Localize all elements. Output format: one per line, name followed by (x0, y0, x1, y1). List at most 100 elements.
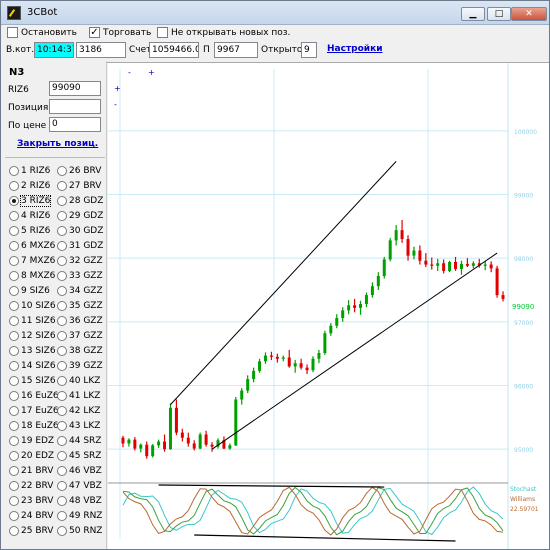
radio-button[interactable] (9, 195, 19, 206)
radio-button[interactable] (57, 165, 67, 176)
instrument-radio[interactable]: 39 GZZ (57, 359, 103, 372)
instrument-radio[interactable]: 25 BRV (9, 524, 53, 537)
radio-button[interactable] (9, 330, 19, 341)
radio-button[interactable] (9, 390, 19, 401)
chart-zoom-control[interactable]: - (114, 100, 117, 109)
radio-button[interactable] (57, 180, 67, 191)
instrument-radio[interactable]: 49 RNZ (57, 509, 102, 522)
radio-button[interactable] (57, 225, 67, 236)
radio-button[interactable] (57, 240, 67, 251)
radio-button[interactable] (57, 465, 67, 476)
radio-button[interactable] (9, 375, 19, 386)
radio-button[interactable] (57, 330, 67, 341)
instrument-radio[interactable]: 4 RIZ6 (9, 209, 50, 222)
instrument-radio[interactable]: 30 GDZ (57, 224, 103, 237)
close-position-link[interactable]: Закрыть позиц. (17, 139, 98, 149)
radio-button[interactable] (9, 225, 19, 236)
instrument-radio[interactable]: 20 EDZ (9, 449, 54, 462)
instrument-radio[interactable]: 11 SIZ6 (9, 314, 56, 327)
radio-button[interactable] (9, 525, 19, 536)
radio-button[interactable] (9, 300, 19, 311)
instrument-radio[interactable]: 35 GZZ (57, 299, 103, 312)
chart-zoom-control[interactable]: + (114, 84, 121, 93)
radio-button[interactable] (57, 435, 67, 446)
maximize-button[interactable]: □ (487, 7, 511, 21)
instrument-radio[interactable]: 41 LKZ (57, 389, 100, 402)
radio-button[interactable] (9, 180, 19, 191)
instrument-radio[interactable]: 37 GZZ (57, 329, 103, 342)
instrument-radio[interactable]: 21 BRV (9, 464, 53, 477)
radio-button[interactable] (9, 240, 19, 251)
radio-button[interactable] (57, 480, 67, 491)
instrument-radio[interactable]: 24 BRV (9, 509, 53, 522)
radio-button[interactable] (57, 300, 67, 311)
radio-button[interactable] (9, 420, 19, 431)
instrument-radio[interactable]: 43 LKZ (57, 419, 100, 432)
instrument-radio[interactable]: 33 GZZ (57, 269, 103, 282)
radio-button[interactable] (9, 450, 19, 461)
instrument-field[interactable]: 99090 (49, 81, 101, 96)
radio-button[interactable] (9, 480, 19, 491)
instrument-radio[interactable]: 48 VBZ (57, 494, 102, 507)
instrument-radio[interactable]: 40 LKZ (57, 374, 100, 387)
instrument-radio[interactable]: 38 GZZ (57, 344, 103, 357)
radio-button[interactable] (9, 165, 19, 176)
radio-button[interactable] (57, 315, 67, 326)
instrument-radio[interactable]: 46 VBZ (57, 464, 102, 477)
position-field[interactable] (49, 99, 101, 114)
radio-button[interactable] (57, 285, 67, 296)
radio-button[interactable] (57, 360, 67, 371)
radio-button[interactable] (9, 495, 19, 506)
radio-button[interactable] (9, 405, 19, 416)
stop-checkbox[interactable]: Остановить (7, 27, 77, 38)
instrument-radio[interactable]: 34 GZZ (57, 284, 103, 297)
radio-button[interactable] (57, 375, 67, 386)
instrument-radio[interactable]: 12 SIZ6 (9, 329, 56, 342)
time-field[interactable]: 10:14:37 (34, 42, 74, 58)
instrument-radio[interactable]: 7 MXZ6 (9, 254, 55, 267)
trade-checkbox-box[interactable]: ✓ (89, 27, 100, 38)
radio-button[interactable] (9, 270, 19, 281)
radio-button[interactable] (9, 315, 19, 326)
instrument-radio[interactable]: 36 GZZ (57, 314, 103, 327)
radio-button[interactable] (57, 510, 67, 521)
radio-button[interactable] (9, 345, 19, 356)
instrument-radio[interactable]: 15 SIZ6 (9, 374, 56, 387)
no-new-positions-box[interactable] (157, 27, 168, 38)
instrument-radio[interactable]: 3 RIZ6 (9, 194, 52, 207)
radio-button[interactable] (9, 435, 19, 446)
instrument-radio[interactable]: 45 SRZ (57, 449, 101, 462)
title-bar[interactable]: 3CBot ▁ □ ✕ (1, 1, 549, 25)
instrument-radio[interactable]: 28 GDZ (57, 194, 103, 207)
radio-button[interactable] (57, 195, 67, 206)
instrument-radio[interactable]: 8 MXZ6 (9, 269, 55, 282)
instrument-radio[interactable]: 6 MXZ6 (9, 239, 55, 252)
instrument-radio[interactable]: 50 RNZ (57, 524, 102, 537)
radio-button[interactable] (57, 420, 67, 431)
instrument-radio[interactable]: 14 SIZ6 (9, 359, 56, 372)
stop-checkbox-box[interactable] (7, 27, 18, 38)
instrument-radio[interactable]: 32 GZZ (57, 254, 103, 267)
instrument-radio[interactable]: 16 EuZ6 (9, 389, 59, 402)
radio-button[interactable] (57, 210, 67, 221)
instrument-radio[interactable]: 22 BRV (9, 479, 53, 492)
instrument-radio[interactable]: 13 SIZ6 (9, 344, 56, 357)
price-chart[interactable]: 100000 99000 98000 97000 96000 95000- + + -99090… (108, 63, 549, 549)
radio-button[interactable] (9, 210, 19, 221)
chart-zoom-control[interactable]: - (128, 68, 131, 77)
radio-button[interactable] (9, 360, 19, 371)
radio-button[interactable] (9, 465, 19, 476)
minimize-button[interactable]: ▁ (461, 7, 485, 21)
account-field[interactable]: 1059466.04 (149, 42, 199, 58)
instrument-radio[interactable]: 9 SIZ6 (9, 284, 50, 297)
settings-link[interactable]: Настройки (327, 44, 383, 54)
radio-button[interactable] (57, 525, 67, 536)
instrument-radio[interactable]: 47 VBZ (57, 479, 102, 492)
radio-button[interactable] (57, 270, 67, 281)
chart-zoom-control[interactable]: + (148, 68, 155, 77)
radio-button[interactable] (9, 510, 19, 521)
instrument-radio[interactable]: 42 LKZ (57, 404, 100, 417)
no-new-positions-checkbox[interactable]: Не открывать новых поз. (157, 27, 290, 38)
radio-button[interactable] (9, 285, 19, 296)
instrument-radio[interactable]: 27 BRV (57, 179, 101, 192)
